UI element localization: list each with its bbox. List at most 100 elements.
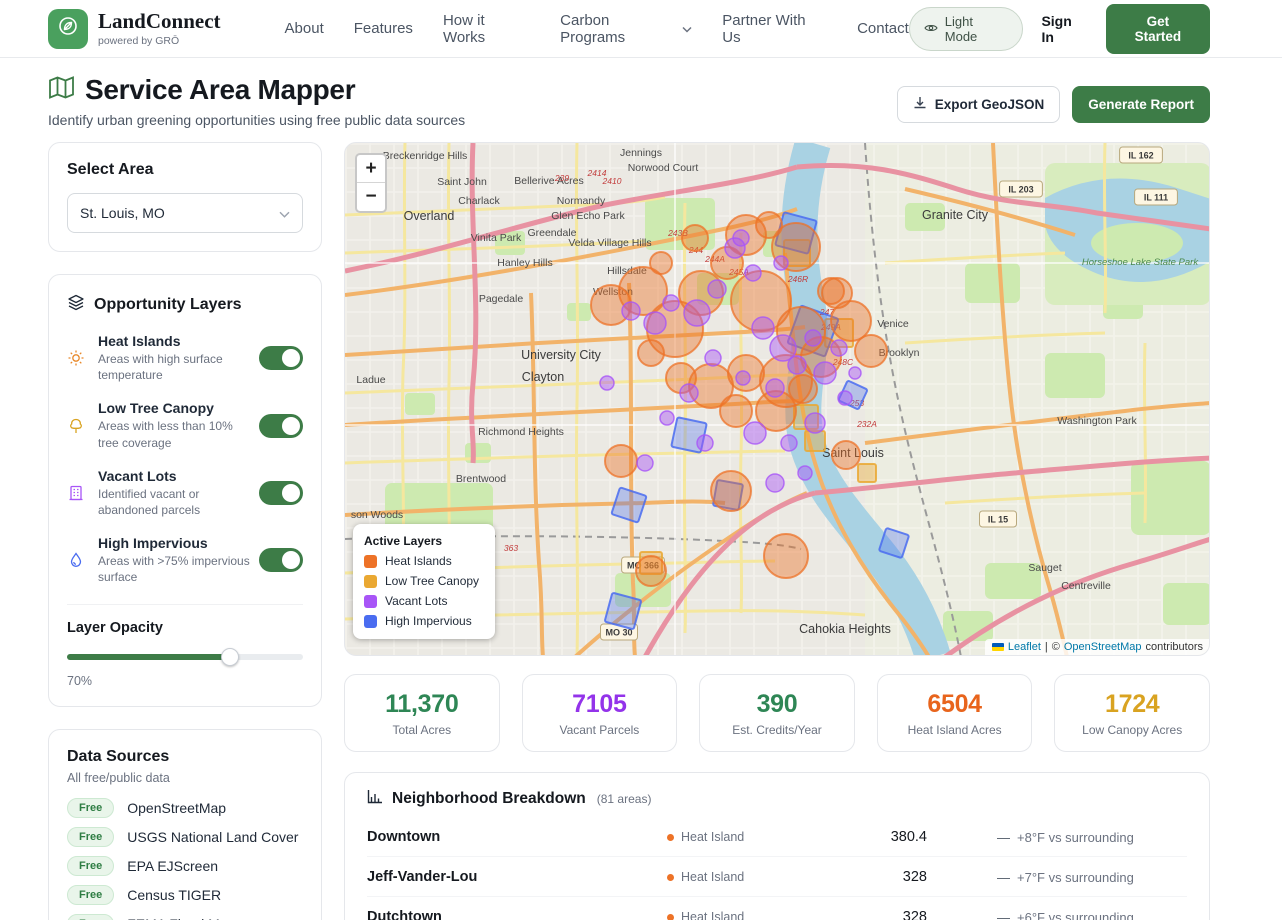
svg-text:2410: 2410 <box>602 176 622 186</box>
svg-text:Vinita Park: Vinita Park <box>471 232 522 244</box>
brand-tagline: powered by GRŌ <box>98 35 221 47</box>
svg-text:239: 239 <box>554 173 569 183</box>
leaf-icon <box>57 15 79 42</box>
svg-text:Richmond Heights: Richmond Heights <box>478 426 564 438</box>
zoom-in-button[interactable]: + <box>357 155 385 183</box>
ukraine-flag-icon <box>992 643 1004 651</box>
select-area-title: Select Area <box>67 161 303 179</box>
svg-text:Cahokia Heights: Cahokia Heights <box>799 622 891 636</box>
get-started-button[interactable]: Get Started <box>1106 4 1210 54</box>
breakdown-row: Dutchtown Heat Island 328 —+6°F vs surro… <box>367 897 1187 920</box>
nav-item-contact[interactable]: Contact <box>857 20 909 37</box>
navbar: LandConnect powered by GRŌ About Feature… <box>0 0 1282 58</box>
toggle-high-impervious[interactable] <box>259 548 303 572</box>
toggle-heat-islands[interactable] <box>259 346 303 370</box>
free-badge: Free <box>67 885 114 905</box>
breakdown-count: (81 areas) <box>597 792 652 806</box>
layers-icon <box>67 293 85 316</box>
nav-item-about[interactable]: About <box>285 20 324 37</box>
svg-text:Brentwood: Brentwood <box>456 473 506 485</box>
export-geojson-button[interactable]: Export GeoJSON <box>897 86 1061 123</box>
svg-text:Horseshoe Lake State Park: Horseshoe Lake State Park <box>1082 257 1199 268</box>
layer-row-low-tree-canopy: Low Tree Canopy Areas with less than 10%… <box>67 400 303 450</box>
light-mode-toggle[interactable]: Light Mode <box>909 7 1024 51</box>
osm-link[interactable]: OpenStreetMap <box>1064 641 1142 653</box>
leaflet-link[interactable]: Leaflet <box>1008 641 1041 653</box>
svg-text:Breckenridge Hills: Breckenridge Hills <box>383 150 468 162</box>
zoom-out-button[interactable]: − <box>357 183 385 211</box>
legend-item-high-impervious: High Impervious <box>364 614 479 628</box>
svg-text:Saint John: Saint John <box>437 176 487 188</box>
map-icon <box>48 75 75 105</box>
data-source-item: Free FEMA Flood Maps <box>67 914 303 920</box>
opportunity-layers-card: Opportunity Layers Heat Islands Areas wi… <box>48 274 322 707</box>
chevron-down-icon <box>279 205 290 221</box>
nav-links: About Features How it Works Carbon Progr… <box>285 12 909 46</box>
sign-in-button[interactable]: Sign In <box>1041 13 1087 45</box>
toggle-vacant-lots[interactable] <box>259 481 303 505</box>
page-subtitle: Identify urban greening opportunities us… <box>48 112 465 128</box>
heat-island-dot <box>667 914 674 920</box>
data-sources-title: Data Sources <box>67 748 303 766</box>
nav-item-how-it-works[interactable]: How it Works <box>443 12 530 46</box>
svg-text:son Woods: son Woods <box>351 509 403 521</box>
svg-text:IL 15: IL 15 <box>988 515 1008 525</box>
svg-text:Overland: Overland <box>404 209 455 223</box>
svg-text:Jennings: Jennings <box>620 147 662 159</box>
free-badge: Free <box>67 914 114 920</box>
data-sources-subtitle: All free/public data <box>67 771 303 785</box>
brand-name: LandConnect <box>98 10 221 32</box>
breakdown-row: Jeff-Vander-Lou Heat Island 328 —+7°F vs… <box>367 857 1187 897</box>
stats-row: 11,370 Total Acres 7105 Vacant Parcels 3… <box>344 674 1210 752</box>
low-tree-canopy-swatch <box>364 575 377 588</box>
sun-icon <box>67 349 89 367</box>
map[interactable]: JenningsNorwood CourtBreckenridge HillsS… <box>344 142 1210 656</box>
bar-chart-icon <box>367 789 383 809</box>
free-badge: Free <box>67 827 114 847</box>
active-layers-legend: Active Layers Heat Islands Low Tree Cano… <box>353 524 495 639</box>
legend-item-heat-islands: Heat Islands <box>364 554 479 568</box>
area-select[interactable]: St. Louis, MO <box>67 193 303 233</box>
layer-opacity-slider[interactable] <box>67 648 303 666</box>
layer-row-high-impervious: High Impervious Areas with >75% impervio… <box>67 535 303 585</box>
layer-row-vacant-lots: Vacant Lots Identified vacant or abandon… <box>67 468 303 518</box>
heat-island-dot <box>667 834 674 841</box>
svg-text:Washington Park: Washington Park <box>1057 415 1137 427</box>
layers-title: Opportunity Layers <box>94 296 242 314</box>
sidebar: Select Area St. Louis, MO Opportunity La… <box>48 142 322 920</box>
page-header: Service Area Mapper Identify urban green… <box>0 58 1282 128</box>
svg-text:University City: University City <box>521 348 602 362</box>
data-source-item: Free OpenStreetMap <box>67 798 303 818</box>
breakdown-row: Downtown Heat Island 380.4 —+8°F vs surr… <box>367 817 1187 857</box>
free-badge: Free <box>67 798 114 818</box>
slider-knob[interactable] <box>221 648 239 666</box>
generate-report-button[interactable]: Generate Report <box>1072 86 1210 123</box>
nav-item-carbon-programs[interactable]: Carbon Programs <box>560 12 692 46</box>
map-zoom-control: + − <box>355 153 387 213</box>
data-sources-card: Data Sources All free/public data Free O… <box>48 729 322 920</box>
nav-item-features[interactable]: Features <box>354 20 413 37</box>
select-area-card: Select Area St. Louis, MO <box>48 142 322 252</box>
tree-icon <box>67 417 89 435</box>
stat-heat-island-acres: 6504 Heat Island Acres <box>877 674 1033 752</box>
svg-text:IL 162: IL 162 <box>1128 151 1153 161</box>
stat-vacant-parcels: 7105 Vacant Parcels <box>522 674 678 752</box>
svg-text:Ladue: Ladue <box>356 374 385 386</box>
brand-logo[interactable] <box>48 9 88 49</box>
svg-text:Pagedale: Pagedale <box>479 293 524 305</box>
data-source-item: Free EPA EJScreen <box>67 856 303 876</box>
toggle-low-tree-canopy[interactable] <box>259 414 303 438</box>
breakdown-title: Neighborhood Breakdown <box>392 790 586 808</box>
opacity-value: 70% <box>67 674 303 688</box>
svg-text:Glen Echo Park: Glen Echo Park <box>551 210 625 222</box>
svg-text:232A: 232A <box>856 419 877 429</box>
page-title: Service Area Mapper <box>85 74 355 106</box>
download-icon <box>913 96 927 113</box>
free-badge: Free <box>67 856 114 876</box>
vacant-lots-swatch <box>364 595 377 608</box>
svg-text:Clayton: Clayton <box>522 370 564 384</box>
high-impervious-swatch <box>364 615 377 628</box>
svg-text:Normandy: Normandy <box>557 195 606 207</box>
legend-item-low-tree-canopy: Low Tree Canopy <box>364 574 479 588</box>
nav-item-partner[interactable]: Partner With Us <box>722 12 827 46</box>
